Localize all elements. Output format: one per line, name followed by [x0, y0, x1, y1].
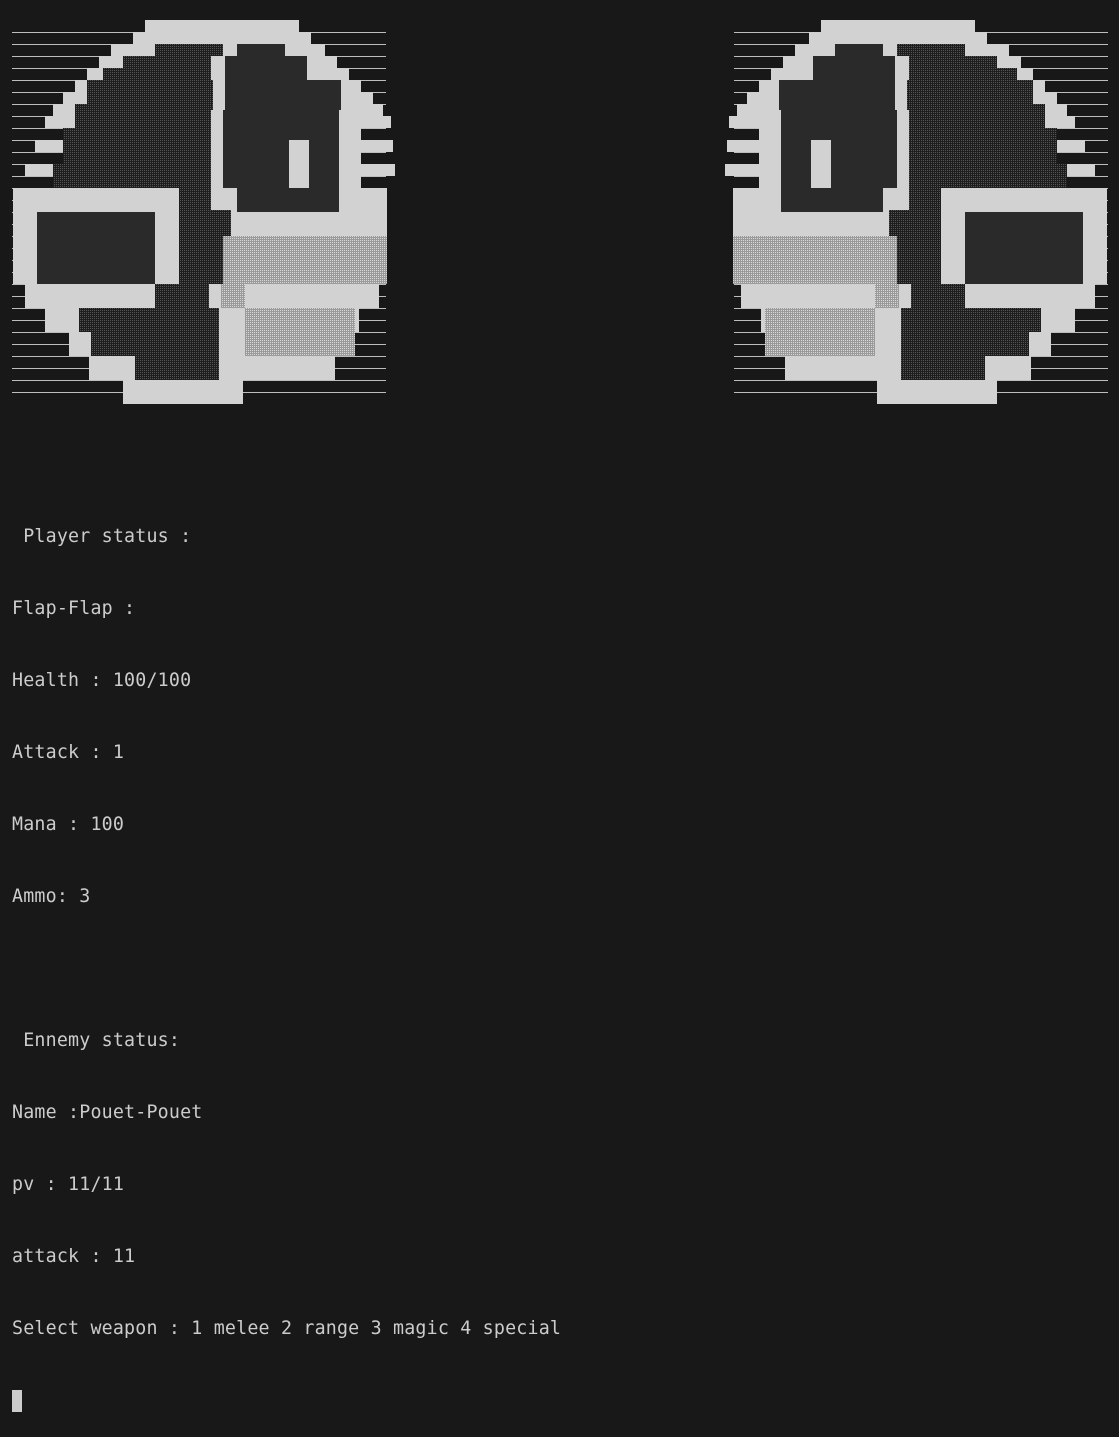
enemy-attack: attack : 11 — [12, 1246, 136, 1267]
terminal-output: Player status : Flap-Flap : Health : 100… — [12, 477, 561, 1437]
input-line[interactable] — [12, 1389, 561, 1413]
text-cursor[interactable] — [12, 1390, 22, 1412]
player-mana: Mana : 100 — [12, 814, 125, 835]
player-status-header: Player status : — [12, 526, 192, 547]
enemy-name: Name :Pouet-Pouet — [12, 1102, 203, 1123]
player-name: Flap-Flap : — [12, 598, 136, 619]
player-portrait-icon — [12, 20, 395, 404]
player-ammo: Ammo: 3 — [12, 886, 91, 907]
enemy-status-header: Ennemy status: — [12, 1030, 181, 1051]
player-attack: Attack : 1 — [12, 742, 125, 763]
enemy-portrait-icon — [725, 20, 1108, 404]
enemy-pv: pv : 11/11 — [12, 1174, 125, 1195]
player-health: Health : 100/100 — [12, 670, 192, 691]
weapon-select-prompt: Select weapon : 1 melee 2 range 3 magic … — [12, 1318, 562, 1339]
